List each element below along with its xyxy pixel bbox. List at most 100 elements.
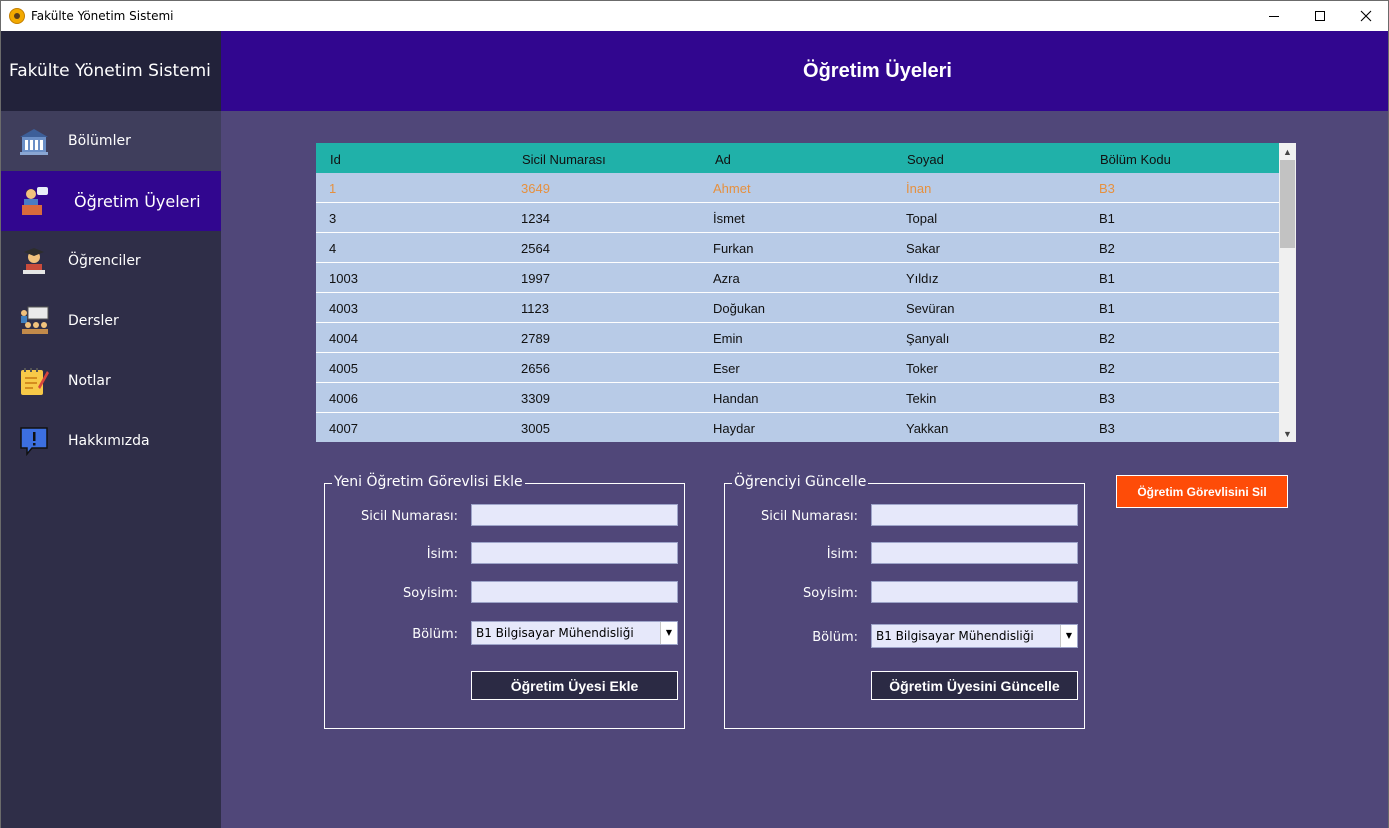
update-lecturer-button[interactable]: Öğretim Üyesini Güncelle bbox=[871, 671, 1078, 700]
cell-soyad: Tekin bbox=[906, 391, 937, 406]
sidebar-item-notlar[interactable]: Notlar bbox=[1, 351, 221, 411]
table-row[interactable]: 3 1234 İsmet Topal B1 bbox=[316, 203, 1279, 233]
add-isim-input[interactable] bbox=[471, 542, 678, 564]
table-row[interactable]: 4 2564 Furkan Sakar B2 bbox=[316, 233, 1279, 263]
cell-id: 4003 bbox=[329, 301, 358, 316]
sidebar-item-hakkimizda[interactable]: Hakkımızda bbox=[1, 411, 221, 471]
cell-soyad: İnan bbox=[906, 181, 932, 196]
cell-bolum-kodu: B2 bbox=[1099, 241, 1115, 256]
cell-bolum-kodu: B1 bbox=[1099, 301, 1115, 316]
add-lecturer-group: Yeni Öğretim Görevlisi Ekle Sicil Numara… bbox=[324, 474, 685, 729]
scrollbar-thumb[interactable] bbox=[1280, 160, 1295, 248]
app-window: Fakülte Yönetim Sistemi Fakülte Yönetim … bbox=[0, 0, 1389, 828]
sidebar-item-bolumler[interactable]: Bölümler bbox=[1, 111, 221, 171]
cell-soyad: Topal bbox=[906, 211, 938, 226]
cell-sicil: 2789 bbox=[521, 331, 550, 346]
soyisim-label: Soyisim: bbox=[803, 586, 858, 601]
bolum-label: Bölüm: bbox=[412, 627, 458, 642]
cell-soyad: Yıldız bbox=[906, 271, 939, 286]
update-isim-input[interactable] bbox=[871, 542, 1078, 564]
bolum-select-value: B1 Bilgisayar Mühendisliği bbox=[476, 626, 634, 640]
cell-bolum-kodu: B1 bbox=[1099, 271, 1115, 286]
cell-ad: Doğukan bbox=[713, 301, 766, 316]
maximize-icon bbox=[1315, 11, 1325, 21]
delete-lecturer-button[interactable]: Öğretim Görevlisini Sil bbox=[1116, 475, 1288, 508]
cell-bolum-kodu: B2 bbox=[1099, 361, 1115, 376]
table-header: Id Sicil Numarası Ad Soyad Bölüm Kodu bbox=[316, 143, 1279, 173]
table-row[interactable]: 1003 1997 Azra Yıldız B1 bbox=[316, 263, 1279, 293]
add-sicil-input[interactable] bbox=[471, 504, 678, 526]
add-group-title: Yeni Öğretim Görevlisi Ekle bbox=[332, 474, 525, 490]
cell-id: 4007 bbox=[329, 421, 358, 436]
table-row[interactable]: 4004 2789 Emin Şanyalı B2 bbox=[316, 323, 1279, 353]
update-bolum-select[interactable]: B1 Bilgisayar Mühendisliği ▼ bbox=[871, 624, 1078, 648]
soyisim-label: Soyisim: bbox=[403, 586, 458, 601]
column-header-ad[interactable]: Ad bbox=[715, 152, 731, 167]
cell-sicil: 3649 bbox=[521, 181, 550, 196]
table-row[interactable]: 4005 2656 Eser Toker B2 bbox=[316, 353, 1279, 383]
update-soyisim-input[interactable] bbox=[871, 581, 1078, 603]
minimize-button[interactable] bbox=[1251, 1, 1297, 31]
column-header-bolum-kodu[interactable]: Bölüm Kodu bbox=[1100, 152, 1171, 167]
add-lecturer-button[interactable]: Öğretim Üyesi Ekle bbox=[471, 671, 678, 700]
sidebar-item-ogrenciler[interactable]: Öğrenciler bbox=[1, 231, 221, 291]
close-button[interactable] bbox=[1343, 1, 1389, 31]
notepad-icon bbox=[21, 368, 49, 395]
bolum-label: Bölüm: bbox=[812, 630, 858, 645]
cell-id: 4004 bbox=[329, 331, 358, 346]
main-content: Id Sicil Numarası Ad Soyad Bölüm Kodu 1 … bbox=[221, 111, 1388, 828]
update-lecturer-group: Öğrenciyi Güncelle Sicil Numarası: İsim:… bbox=[724, 474, 1085, 729]
isim-label: İsim: bbox=[826, 547, 858, 562]
sidebar: Fakülte Yönetim Sistemi Bölümler Öğretim… bbox=[1, 31, 221, 828]
lecturer-table[interactable]: Id Sicil Numarası Ad Soyad Bölüm Kodu 1 … bbox=[316, 143, 1296, 442]
sidebar-brand: Fakülte Yönetim Sistemi bbox=[1, 31, 221, 111]
scroll-up-icon[interactable]: ▲ bbox=[1279, 143, 1296, 160]
sidebar-item-label: Notlar bbox=[68, 373, 111, 389]
cell-ad: Emin bbox=[713, 331, 743, 346]
sidebar-item-label: Hakkımızda bbox=[68, 433, 150, 449]
cell-sicil: 1234 bbox=[521, 211, 550, 226]
title-bar: Fakülte Yönetim Sistemi bbox=[1, 1, 1388, 31]
table-row[interactable]: 4006 3309 Handan Tekin B3 bbox=[316, 383, 1279, 413]
classroom-icon bbox=[21, 306, 49, 334]
cell-id: 4005 bbox=[329, 361, 358, 376]
chevron-down-icon[interactable]: ▼ bbox=[660, 622, 677, 644]
cell-bolum-kodu: B3 bbox=[1099, 391, 1115, 406]
cell-soyad: Şanyalı bbox=[906, 331, 950, 346]
column-header-sicil[interactable]: Sicil Numarası bbox=[522, 152, 606, 167]
table-row[interactable]: 4003 1123 Doğukan Sevüran B1 bbox=[316, 293, 1279, 323]
bolum-select-value: B1 Bilgisayar Mühendisliği bbox=[876, 629, 1034, 643]
cell-sicil: 3309 bbox=[521, 391, 550, 406]
update-sicil-input[interactable] bbox=[871, 504, 1078, 526]
page-title: Öğretim Üyeleri bbox=[803, 59, 952, 82]
cell-bolum-kodu: B3 bbox=[1099, 181, 1115, 196]
scroll-down-icon[interactable]: ▼ bbox=[1279, 425, 1296, 442]
maximize-button[interactable] bbox=[1297, 1, 1343, 31]
cell-sicil: 3005 bbox=[521, 421, 550, 436]
window-title: Fakülte Yönetim Sistemi bbox=[31, 9, 174, 23]
student-icon bbox=[23, 248, 45, 274]
cell-id: 1003 bbox=[329, 271, 358, 286]
sidebar-item-ogretim-uyeleri[interactable]: Öğretim Üyeleri bbox=[1, 171, 221, 231]
cell-id: 3 bbox=[329, 211, 337, 226]
sidebar-item-dersler[interactable]: Dersler bbox=[1, 291, 221, 351]
app-icon bbox=[9, 8, 25, 24]
table-row[interactable]: 1 3649 Ahmet İnan B3 bbox=[316, 173, 1279, 203]
page-header: Öğretim Üyeleri bbox=[221, 31, 1388, 111]
cell-sicil: 2656 bbox=[521, 361, 550, 376]
cell-soyad: Sevüran bbox=[906, 301, 955, 316]
add-soyisim-input[interactable] bbox=[471, 581, 678, 603]
cell-ad: Handan bbox=[713, 391, 759, 406]
add-bolum-select[interactable]: B1 Bilgisayar Mühendisliği ▼ bbox=[471, 621, 678, 645]
cell-ad: Azra bbox=[713, 271, 740, 286]
sidebar-item-label: Dersler bbox=[68, 313, 119, 329]
table-scrollbar[interactable]: ▲ ▼ bbox=[1279, 143, 1296, 442]
column-header-soyad[interactable]: Soyad bbox=[907, 152, 944, 167]
chevron-down-icon[interactable]: ▼ bbox=[1060, 625, 1077, 647]
cell-bolum-kodu: B2 bbox=[1099, 331, 1115, 346]
column-header-id[interactable]: Id bbox=[330, 152, 341, 167]
cell-ad: Furkan bbox=[713, 241, 754, 256]
table-row[interactable]: 4007 3005 Haydar Yakkan B3 bbox=[316, 413, 1279, 442]
close-icon bbox=[1360, 10, 1372, 22]
cell-id: 4006 bbox=[329, 391, 358, 406]
